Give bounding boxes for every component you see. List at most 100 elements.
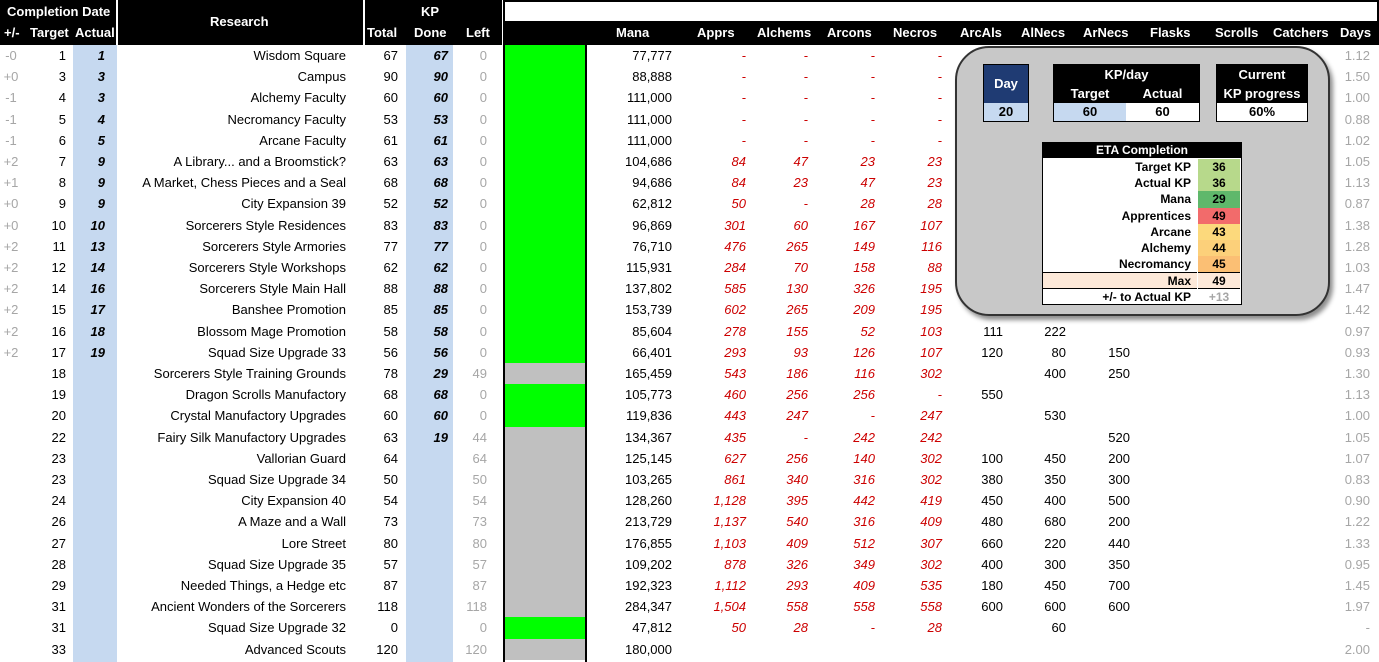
cell-left[interactable]: 44 (453, 427, 487, 448)
cell-total[interactable]: 52 (358, 193, 398, 214)
cell-target[interactable]: 7 (22, 151, 66, 172)
cell-done[interactable] (406, 448, 448, 469)
cell-plusminus[interactable] (0, 363, 22, 384)
cell-alchems[interactable]: 265 (750, 236, 808, 257)
cell-alchems[interactable]: 155 (750, 321, 808, 342)
cell-actual[interactable]: 14 (73, 257, 105, 278)
col-header-necros[interactable]: Necros (893, 25, 937, 40)
cell-necros[interactable]: 307 (880, 533, 942, 554)
cell-done[interactable]: 68 (406, 172, 448, 193)
cell-left[interactable]: 50 (453, 469, 487, 490)
cell-plusminus[interactable]: -1 (0, 109, 22, 130)
cell-alnecs[interactable]: 300 (1010, 554, 1066, 575)
cell-necros[interactable]: - (880, 384, 942, 405)
cell-actual[interactable] (73, 405, 105, 426)
cell-alchems[interactable]: 340 (750, 469, 808, 490)
cell-total[interactable]: 64 (358, 448, 398, 469)
cell-mana[interactable]: 128,260 (590, 490, 672, 511)
cell-necros[interactable]: 302 (880, 469, 942, 490)
cell-done[interactable] (406, 469, 448, 490)
cell-research-name[interactable]: Sorcerers Style Training Grounds (118, 363, 346, 384)
cell-target[interactable]: 23 (22, 448, 66, 469)
cell-left[interactable]: 0 (453, 321, 487, 342)
cell-total[interactable]: 87 (358, 575, 398, 596)
cell-target[interactable]: 31 (22, 596, 66, 617)
cell-research-name[interactable]: Arcane Faculty (118, 130, 346, 151)
cell-arnecs[interactable]: 300 (1070, 469, 1130, 490)
cell-actual[interactable] (73, 384, 105, 405)
cell-apprs[interactable]: 585 (680, 278, 746, 299)
cell-left[interactable]: 0 (453, 405, 487, 426)
cell-actual[interactable] (73, 639, 105, 660)
cell-apprs[interactable]: 84 (680, 172, 746, 193)
cell-apprs[interactable]: 50 (680, 193, 746, 214)
cell-plusminus[interactable] (0, 554, 22, 575)
cell-alchems[interactable]: 256 (750, 448, 808, 469)
cell-mana[interactable]: 137,802 (590, 278, 672, 299)
cell-research-name[interactable]: Squad Size Upgrade 33 (118, 342, 346, 363)
cell-total[interactable]: 78 (358, 363, 398, 384)
cell-plusminus[interactable]: +2 (0, 257, 22, 278)
col-header-alnecs[interactable]: AlNecs (1021, 25, 1065, 40)
cell-done[interactable] (406, 511, 448, 532)
cell-arcons[interactable]: 256 (815, 384, 875, 405)
cell-mana[interactable]: 125,145 (590, 448, 672, 469)
cell-total[interactable]: 60 (358, 405, 398, 426)
cell-target[interactable]: 18 (22, 363, 66, 384)
cell-left[interactable]: 64 (453, 448, 487, 469)
cell-mana[interactable]: 76,710 (590, 236, 672, 257)
cell-total[interactable]: 50 (358, 469, 398, 490)
col-header-actual[interactable]: Actual (75, 25, 115, 40)
cell-alchems[interactable]: - (750, 130, 808, 151)
cell-alchems[interactable]: - (750, 109, 808, 130)
cell-target[interactable]: 31 (22, 617, 66, 638)
cell-days[interactable]: 1.02 (1330, 130, 1370, 151)
cell-left[interactable]: 0 (453, 299, 487, 320)
cell-done[interactable]: 58 (406, 321, 448, 342)
cell-done[interactable]: 67 (406, 45, 448, 66)
cell-mana[interactable]: 109,202 (590, 554, 672, 575)
cell-actual[interactable]: 17 (73, 299, 105, 320)
cell-target[interactable]: 26 (22, 511, 66, 532)
cell-necros[interactable]: 107 (880, 342, 942, 363)
cell-days[interactable]: 1.00 (1330, 405, 1370, 426)
cell-plusminus[interactable] (0, 405, 22, 426)
cell-days[interactable]: 1.12 (1330, 45, 1370, 66)
cell-mana[interactable]: 103,265 (590, 469, 672, 490)
cell-arcals[interactable]: 550 (950, 384, 1003, 405)
cell-apprs[interactable]: 301 (680, 215, 746, 236)
cell-left[interactable]: 73 (453, 511, 487, 532)
col-header-apprs[interactable]: Apprs (697, 25, 735, 40)
cell-apprs[interactable]: 627 (680, 448, 746, 469)
cell-plusminus[interactable] (0, 596, 22, 617)
cell-research-name[interactable]: Needed Things, a Hedge etc (118, 575, 346, 596)
cell-arcons[interactable]: 23 (815, 151, 875, 172)
cell-total[interactable]: 68 (358, 172, 398, 193)
cell-apprs[interactable]: 1,504 (680, 596, 746, 617)
cell-apprs[interactable]: 443 (680, 405, 746, 426)
cell-alnecs[interactable]: 600 (1010, 596, 1066, 617)
cell-arcons[interactable]: 28 (815, 193, 875, 214)
cell-total[interactable]: 60 (358, 87, 398, 108)
cell-done[interactable]: 90 (406, 66, 448, 87)
cell-days[interactable]: 1.13 (1330, 384, 1370, 405)
cell-arcons[interactable]: 140 (815, 448, 875, 469)
cell-days[interactable]: 1.22 (1330, 511, 1370, 532)
cell-left[interactable]: 120 (453, 639, 487, 660)
cell-alchems[interactable]: 256 (750, 384, 808, 405)
cell-actual[interactable] (73, 554, 105, 575)
cell-plusminus[interactable]: +2 (0, 299, 22, 320)
cell-alnecs[interactable]: 400 (1010, 363, 1066, 384)
cell-actual[interactable] (73, 511, 105, 532)
cell-left[interactable]: 0 (453, 384, 487, 405)
cell-arcons[interactable]: 349 (815, 554, 875, 575)
cell-plusminus[interactable] (0, 448, 22, 469)
cell-alnecs[interactable]: 680 (1010, 511, 1066, 532)
cell-left[interactable]: 87 (453, 575, 487, 596)
cell-arcons[interactable]: - (815, 87, 875, 108)
cell-total[interactable]: 118 (358, 596, 398, 617)
cell-done[interactable]: 29 (406, 363, 448, 384)
cell-target[interactable]: 16 (22, 321, 66, 342)
cell-total[interactable]: 63 (358, 151, 398, 172)
cell-done[interactable]: 63 (406, 151, 448, 172)
